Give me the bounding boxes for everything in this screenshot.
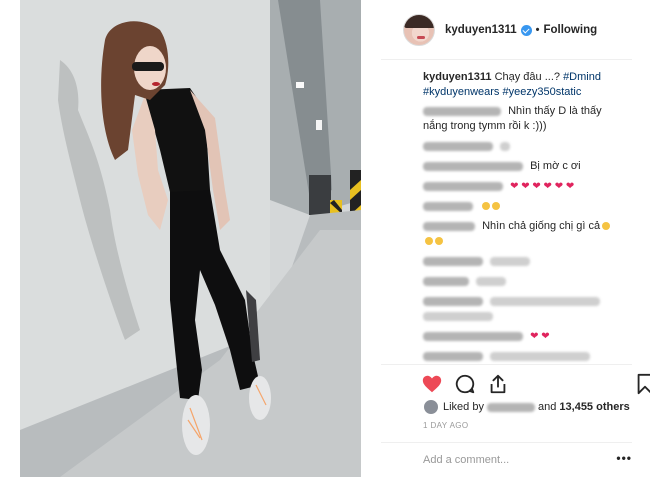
- comment-text: Nhìn chả giống chị gì cả: [482, 220, 601, 232]
- comment-row: ♡: [423, 254, 613, 269]
- blurred-username: [423, 296, 483, 306]
- emoji: [425, 237, 433, 246]
- blurred-username: [423, 256, 483, 266]
- emoji: [435, 237, 443, 246]
- emoji: [482, 202, 491, 211]
- following-button[interactable]: Following: [543, 24, 597, 36]
- blurred-username: [423, 181, 503, 191]
- likes-prefix: Liked by: [443, 401, 484, 413]
- comment-row: Nhìn chả giống chị gì cả ♡: [423, 219, 613, 249]
- blurred-username: [423, 201, 473, 211]
- post-header: kyduyen1311 • Following: [381, 0, 632, 60]
- blurred-text: [476, 276, 507, 286]
- blurred-username: [423, 221, 475, 231]
- post-actions: Liked by and 13,455 others 1 DAY AGO •••: [381, 364, 650, 475]
- hashtag[interactable]: #yeezy350static: [503, 86, 582, 98]
- comments-list[interactable]: kyduyen1311 Chạy đâu ...? #Dmind #kyduye…: [381, 60, 632, 364]
- header-username[interactable]: kyduyen1311: [445, 24, 517, 36]
- action-icons: [421, 373, 650, 397]
- blurred-liker-name[interactable]: [486, 402, 535, 412]
- liker-avatar[interactable]: [423, 399, 439, 415]
- blurred-username: [423, 331, 523, 341]
- blurred-text: [490, 256, 531, 266]
- heart-emoji: ❤ ❤: [530, 331, 550, 342]
- caption-text: Chạy đâu ...?: [494, 71, 560, 83]
- comment-row: Nhìn thấy D là thấy nắng trong tymm rồi …: [423, 104, 613, 134]
- blurred-username: [423, 161, 523, 171]
- blurred-username: [423, 141, 493, 151]
- add-comment-input[interactable]: [423, 453, 593, 467]
- comment-row: ❤ ❤ ♡: [423, 329, 613, 344]
- likes-summary: Liked by and 13,455 others: [423, 399, 630, 415]
- verified-icon: [520, 25, 532, 36]
- blurred-text: [423, 311, 493, 321]
- comment-row: Bị mờ c ơi ♡: [423, 159, 613, 174]
- comment-icon[interactable]: [454, 373, 476, 395]
- comment-text: Bị mờ c ơi: [530, 160, 581, 172]
- avatar[interactable]: [403, 13, 435, 46]
- separator-dot: •: [535, 23, 540, 36]
- comment-row: ♡: [423, 294, 613, 324]
- comment-row: ♡: [423, 199, 613, 214]
- blurred-text: [500, 141, 511, 151]
- post-timestamp[interactable]: 1 DAY AGO: [423, 421, 469, 430]
- blurred-username: [423, 106, 501, 116]
- comment-row: ♡: [423, 139, 613, 154]
- bookmark-icon[interactable]: [634, 373, 650, 395]
- comment-row: ♡: [423, 349, 613, 364]
- heart-emoji: ❤ ❤ ❤ ❤ ❤ ❤: [510, 181, 575, 192]
- blurred-username: [423, 351, 483, 361]
- likes-middle: and: [537, 401, 557, 413]
- blurred-text: [490, 351, 591, 361]
- hashtag[interactable]: #kyduyenwears: [423, 86, 499, 98]
- heart-filled-icon[interactable]: [421, 373, 443, 395]
- emoji: [602, 222, 611, 231]
- share-icon[interactable]: [487, 373, 509, 395]
- caption: kyduyen1311 Chạy đâu ...? #Dmind #kyduye…: [423, 70, 613, 100]
- blurred-text: [490, 296, 601, 306]
- more-options-icon[interactable]: •••: [616, 451, 632, 465]
- blurred-username: [423, 276, 469, 286]
- comment-row: ❤ ❤ ❤ ❤ ❤ ❤ ♡: [423, 179, 613, 194]
- add-comment-bar: •••: [381, 442, 632, 475]
- emoji: [492, 202, 501, 211]
- caption-username[interactable]: kyduyen1311: [423, 71, 492, 83]
- hashtag[interactable]: #Dmind: [563, 71, 601, 83]
- post-side-panel: kyduyen1311 • Following kyduyen1311 Chạy…: [381, 0, 650, 477]
- photo-illustration: [20, 0, 361, 477]
- instagram-post: kyduyen1311 • Following kyduyen1311 Chạy…: [20, 0, 650, 477]
- comment-row: ♡: [423, 274, 613, 289]
- likes-count[interactable]: 13,455 others: [559, 401, 629, 413]
- post-photo[interactable]: [20, 0, 361, 477]
